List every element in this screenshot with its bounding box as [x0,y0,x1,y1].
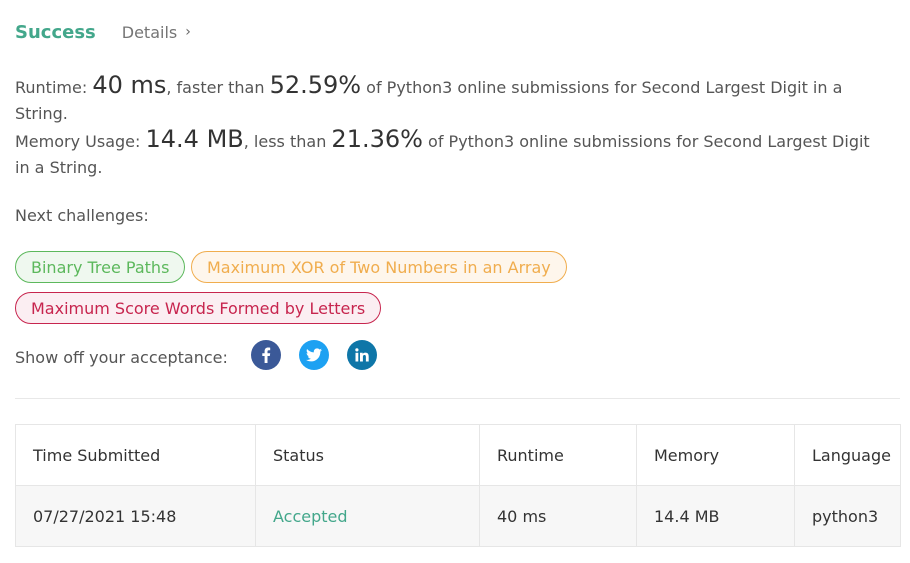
memory-less-than: , less than [243,132,327,151]
chevron-right-icon: › [185,24,191,40]
result-header: Success Details › [15,20,191,44]
runtime-value: 40 ms [92,71,167,99]
facebook-icon[interactable] [251,340,281,370]
column-header-status: Status [255,424,480,486]
cell-status: Accepted [255,485,480,547]
runtime-faster-than: , faster than [166,78,265,97]
twitter-icon[interactable] [299,340,329,370]
column-header-language: Language [794,424,901,486]
submissions-table: Time Submitted Status Runtime Memory Lan… [15,424,901,547]
column-header-runtime: Runtime [479,424,637,486]
memory-stat: Memory Usage: 14.4 MB, less than 21.36% … [15,126,885,181]
runtime-stat: Runtime: 40 ms, faster than 52.59% of Py… [15,72,895,127]
share-icons [251,340,395,370]
memory-percent: 21.36% [331,125,423,153]
runtime-label: Runtime: [15,78,88,97]
memory-suffix: of Python3 online submissions for Second… [15,132,870,177]
next-challenges-label: Next challenges: [15,206,149,225]
challenge-tag-maximum-xor[interactable]: Maximum XOR of Two Numbers in an Array [191,251,567,283]
cell-runtime: 40 ms [479,485,637,547]
linkedin-icon[interactable] [347,340,377,370]
divider [15,398,900,399]
cell-memory: 14.4 MB [636,485,795,547]
runtime-percent: 52.59% [269,71,362,99]
status-accepted-link[interactable]: Accepted [273,507,348,526]
memory-value: 14.4 MB [145,125,244,153]
details-link[interactable]: Details › [122,23,191,42]
details-label: Details [121,22,178,42]
column-header-time-submitted: Time Submitted [15,424,256,486]
status-title: Success [15,21,96,43]
cell-language: python3 [794,485,901,547]
challenge-tag-binary-tree-paths[interactable]: Binary Tree Paths [15,251,186,283]
table-header-row: Time Submitted Status Runtime Memory Lan… [15,424,901,486]
cell-time-submitted: 07/27/2021 15:48 [15,485,256,547]
memory-label: Memory Usage: [15,132,141,151]
share-label: Show off your acceptance: [15,347,228,367]
column-header-memory: Memory [636,424,795,486]
challenge-tag-maximum-score-words[interactable]: Maximum Score Words Formed by Letters [15,292,382,324]
table-row: 07/27/2021 15:48 Accepted 40 ms 14.4 MB … [15,485,901,547]
